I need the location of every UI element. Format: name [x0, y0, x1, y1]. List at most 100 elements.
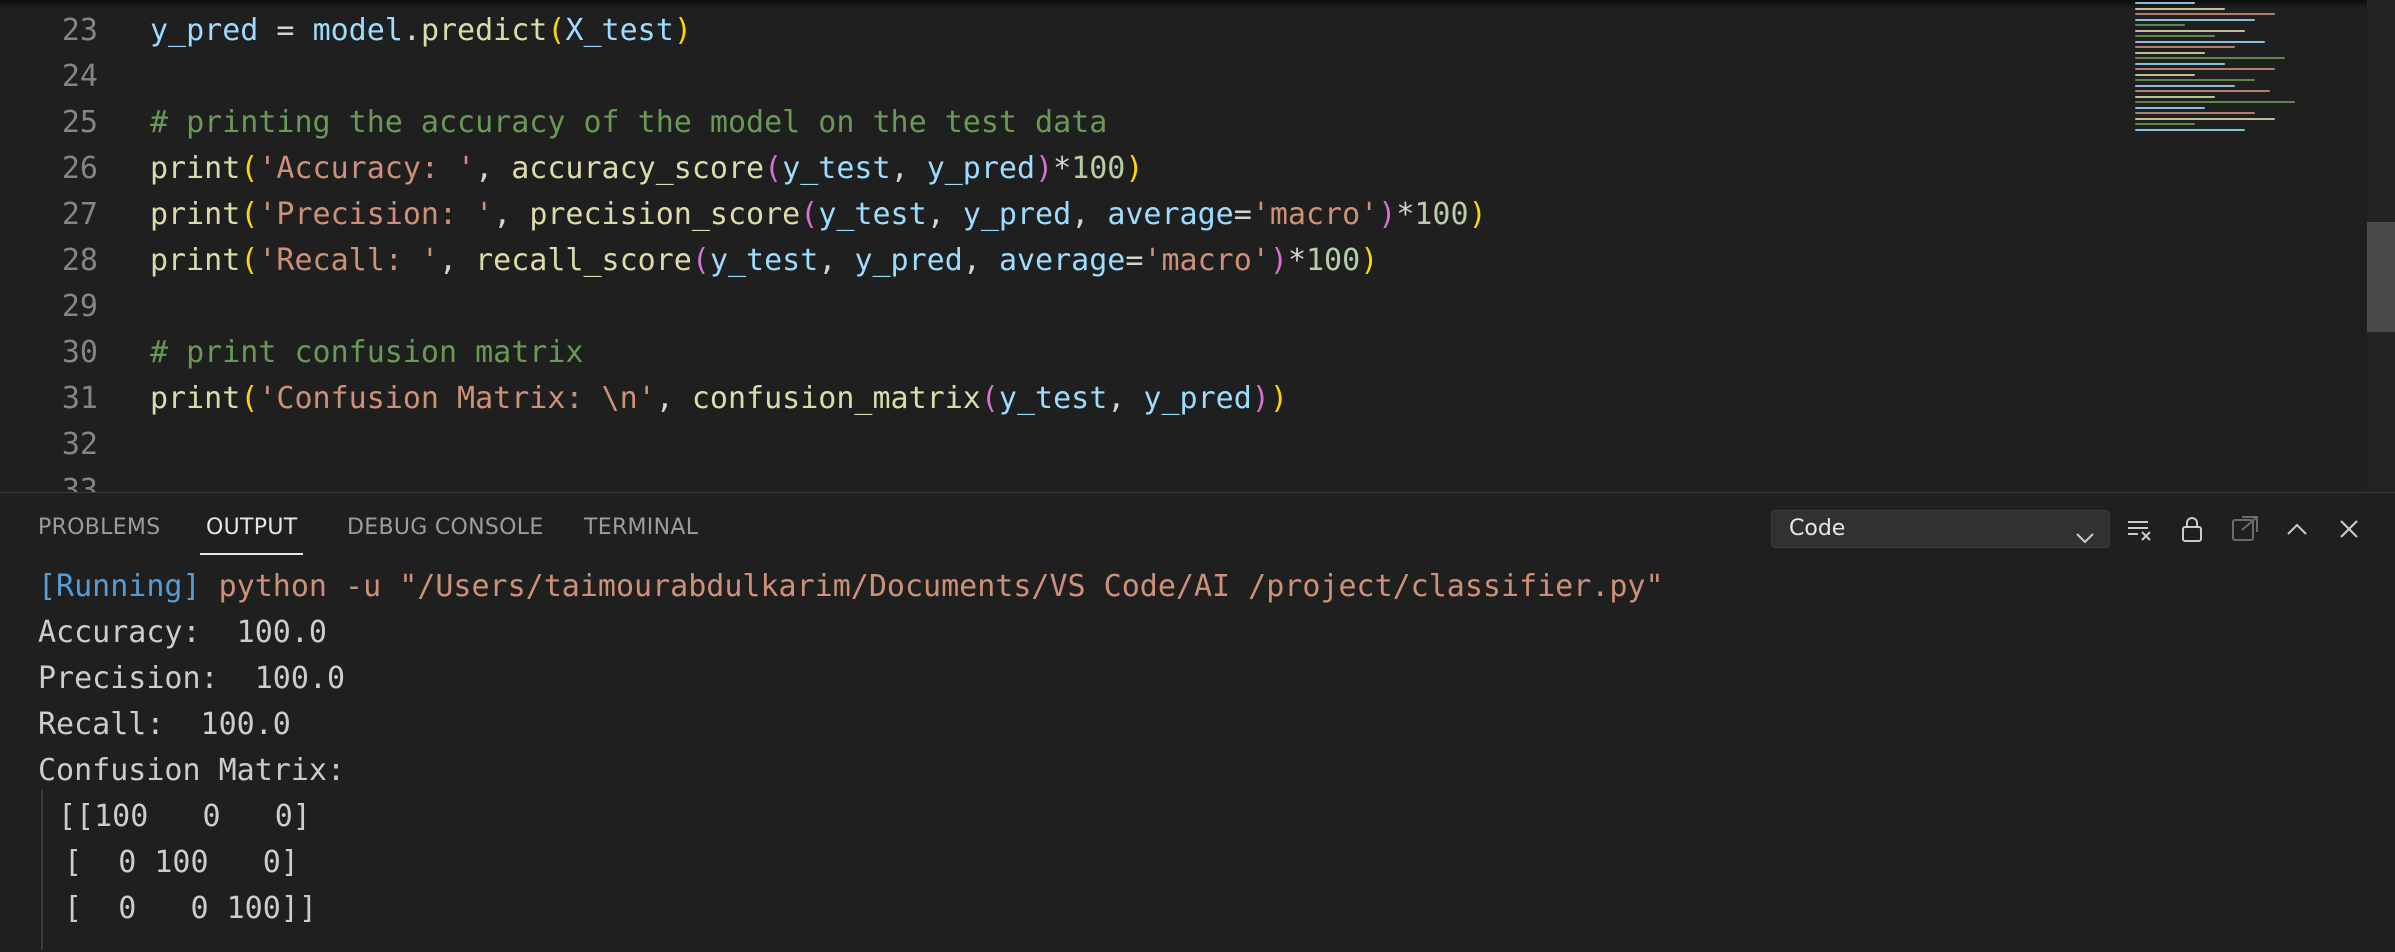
- minimap-line: [2135, 79, 2255, 81]
- code-line[interactable]: 31 print('Confusion Matrix: \n', confusio…: [0, 376, 2360, 422]
- code-line[interactable]: 23 y_pred = model.predict(X_test): [0, 8, 2360, 54]
- tab-output[interactable]: OUTPUT: [206, 515, 297, 540]
- line-number: 24: [61, 59, 98, 94]
- code-line[interactable]: 28 print('Recall: ', recall_score(y_test,…: [0, 238, 2360, 284]
- code-token: y_test: [818, 197, 927, 232]
- code-token: y_test: [709, 243, 819, 278]
- indent-guide: [41, 790, 43, 950]
- minimap-line: [2135, 40, 2265, 43]
- close-panel-icon[interactable]: [2330, 510, 2368, 548]
- code-line[interactable]: 30 # print confusion matrix: [0, 330, 2360, 376]
- line-number: 33: [61, 473, 98, 492]
- code-token: ,: [1071, 197, 1108, 232]
- output-run-line: [Running] python -u "/Users/taimourabdul…: [38, 564, 1664, 610]
- code-token: ,: [818, 243, 855, 278]
- lock-icon[interactable]: [2173, 510, 2211, 548]
- line-number: 29: [61, 289, 98, 324]
- code-token: (: [800, 197, 819, 232]
- minimap-line: [2135, 123, 2195, 125]
- code-text: print('Recall: ', recall_score(y_test, y…: [150, 238, 1378, 284]
- open-in-editor-icon[interactable]: [2226, 510, 2264, 548]
- code-token: y_pred: [150, 13, 259, 48]
- code-token: (: [240, 197, 259, 232]
- clear-output-icon[interactable]: [2121, 510, 2159, 548]
- code-token: 100: [1306, 243, 1361, 278]
- maximize-panel-icon[interactable]: [2278, 510, 2316, 548]
- code-token: ,: [493, 197, 530, 232]
- code-text: y_pred = model.predict(X_test): [150, 8, 692, 54]
- code-token: y_test: [782, 151, 891, 186]
- line-number: 28: [61, 243, 98, 278]
- output-panel: PROBLEMS OUTPUT DEBUG CONSOLE TERMINAL C…: [0, 492, 2395, 952]
- minimap-line: [2135, 73, 2195, 76]
- code-line[interactable]: 33: [0, 468, 2360, 492]
- code-token: ): [1360, 243, 1379, 278]
- code-token: ,: [1107, 381, 1144, 416]
- minimap-line: [2135, 101, 2295, 103]
- code-token: ,: [962, 243, 999, 278]
- minimap-line: [2135, 62, 2225, 65]
- tab-debug-console[interactable]: DEBUG CONSOLE: [347, 515, 544, 540]
- code-token: ): [1035, 151, 1054, 186]
- minimap-line: [2135, 112, 2255, 114]
- code-line[interactable]: 27 print('Precision: ', precision_score(y…: [0, 192, 2360, 238]
- code-token: 'macro': [1251, 197, 1379, 232]
- matrix-row: [ 0 100 0]: [46, 845, 299, 880]
- code-token: 'macro': [1143, 243, 1270, 278]
- code-token: =: [1125, 243, 1144, 278]
- run-command: python -u "/Users/taimourabdulkarim/Docu…: [218, 569, 1664, 604]
- editor-scrollbar-thumb[interactable]: [2367, 222, 2395, 332]
- code-token: recall_score: [475, 243, 692, 278]
- code-text: # printing the accuracy of the model on …: [150, 100, 1107, 146]
- output-line-accuracy: Accuracy: 100.0: [38, 615, 327, 650]
- code-token: y_pred: [962, 197, 1072, 232]
- code-token: (: [691, 243, 710, 278]
- code-token: ,: [655, 381, 692, 416]
- code-line[interactable]: 29: [0, 284, 2360, 330]
- minimap-line: [2135, 18, 2255, 21]
- code-token: 100: [1071, 151, 1126, 186]
- code-text: print('Precision: ', precision_score(y_t…: [150, 192, 1487, 238]
- output-channel-select[interactable]: Code: [1771, 510, 2110, 548]
- code-text: print('Accuracy: ', accuracy_score(y_tes…: [150, 146, 1143, 192]
- minimap-line: [2135, 95, 2215, 98]
- tab-problems[interactable]: PROBLEMS: [38, 515, 160, 540]
- code-line[interactable]: 25 # printing the accuracy of the model o…: [0, 100, 2360, 146]
- code-token: y_pred: [926, 151, 1036, 186]
- code-token: *: [1396, 197, 1415, 232]
- editor-scroll-shadow: [0, 0, 2395, 8]
- running-tag: [Running]: [38, 569, 201, 604]
- active-tab-indicator: [200, 553, 303, 555]
- code-token: ): [1468, 197, 1487, 232]
- code-token: y_test: [998, 381, 1108, 416]
- code-line[interactable]: 26 print('Accuracy: ', accuracy_score(y_t…: [0, 146, 2360, 192]
- minimap[interactable]: [2130, 0, 2370, 140]
- code-token: # printing the accuracy of the model on …: [150, 105, 1108, 140]
- code-token: =: [258, 13, 313, 48]
- code-token: (: [240, 151, 259, 186]
- tab-terminal[interactable]: TERMINAL: [584, 515, 698, 540]
- code-line[interactable]: 24: [0, 54, 2360, 100]
- code-editor[interactable]: 23 y_pred = model.predict(X_test) 24 25 # pr…: [0, 0, 2395, 492]
- code-token: # print confusion matrix: [150, 335, 584, 370]
- code-token: (: [547, 13, 566, 48]
- code-token: X_test: [565, 13, 674, 48]
- code-line[interactable]: 32: [0, 422, 2360, 468]
- minimap-line: [2135, 2, 2195, 4]
- code-token: average: [998, 243, 1126, 278]
- minimap-line: [2135, 84, 2235, 87]
- editor-scrollbar[interactable]: [2367, 0, 2395, 492]
- output-channel-value: Code: [1789, 516, 1846, 541]
- line-number: 30: [61, 335, 98, 370]
- code-token: .: [402, 13, 421, 48]
- minimap-line: [2135, 68, 2275, 70]
- code-text: # print confusion matrix: [150, 330, 583, 376]
- code-token: ,: [475, 151, 512, 186]
- chevron-down-icon: [2075, 521, 2095, 557]
- line-number: 31: [61, 381, 98, 416]
- minimap-line: [2135, 90, 2270, 92]
- code-token: ): [1125, 151, 1144, 186]
- code-token: (: [240, 381, 259, 416]
- output-line-precision: Precision: 100.0: [38, 661, 346, 696]
- code-token: (: [240, 243, 259, 278]
